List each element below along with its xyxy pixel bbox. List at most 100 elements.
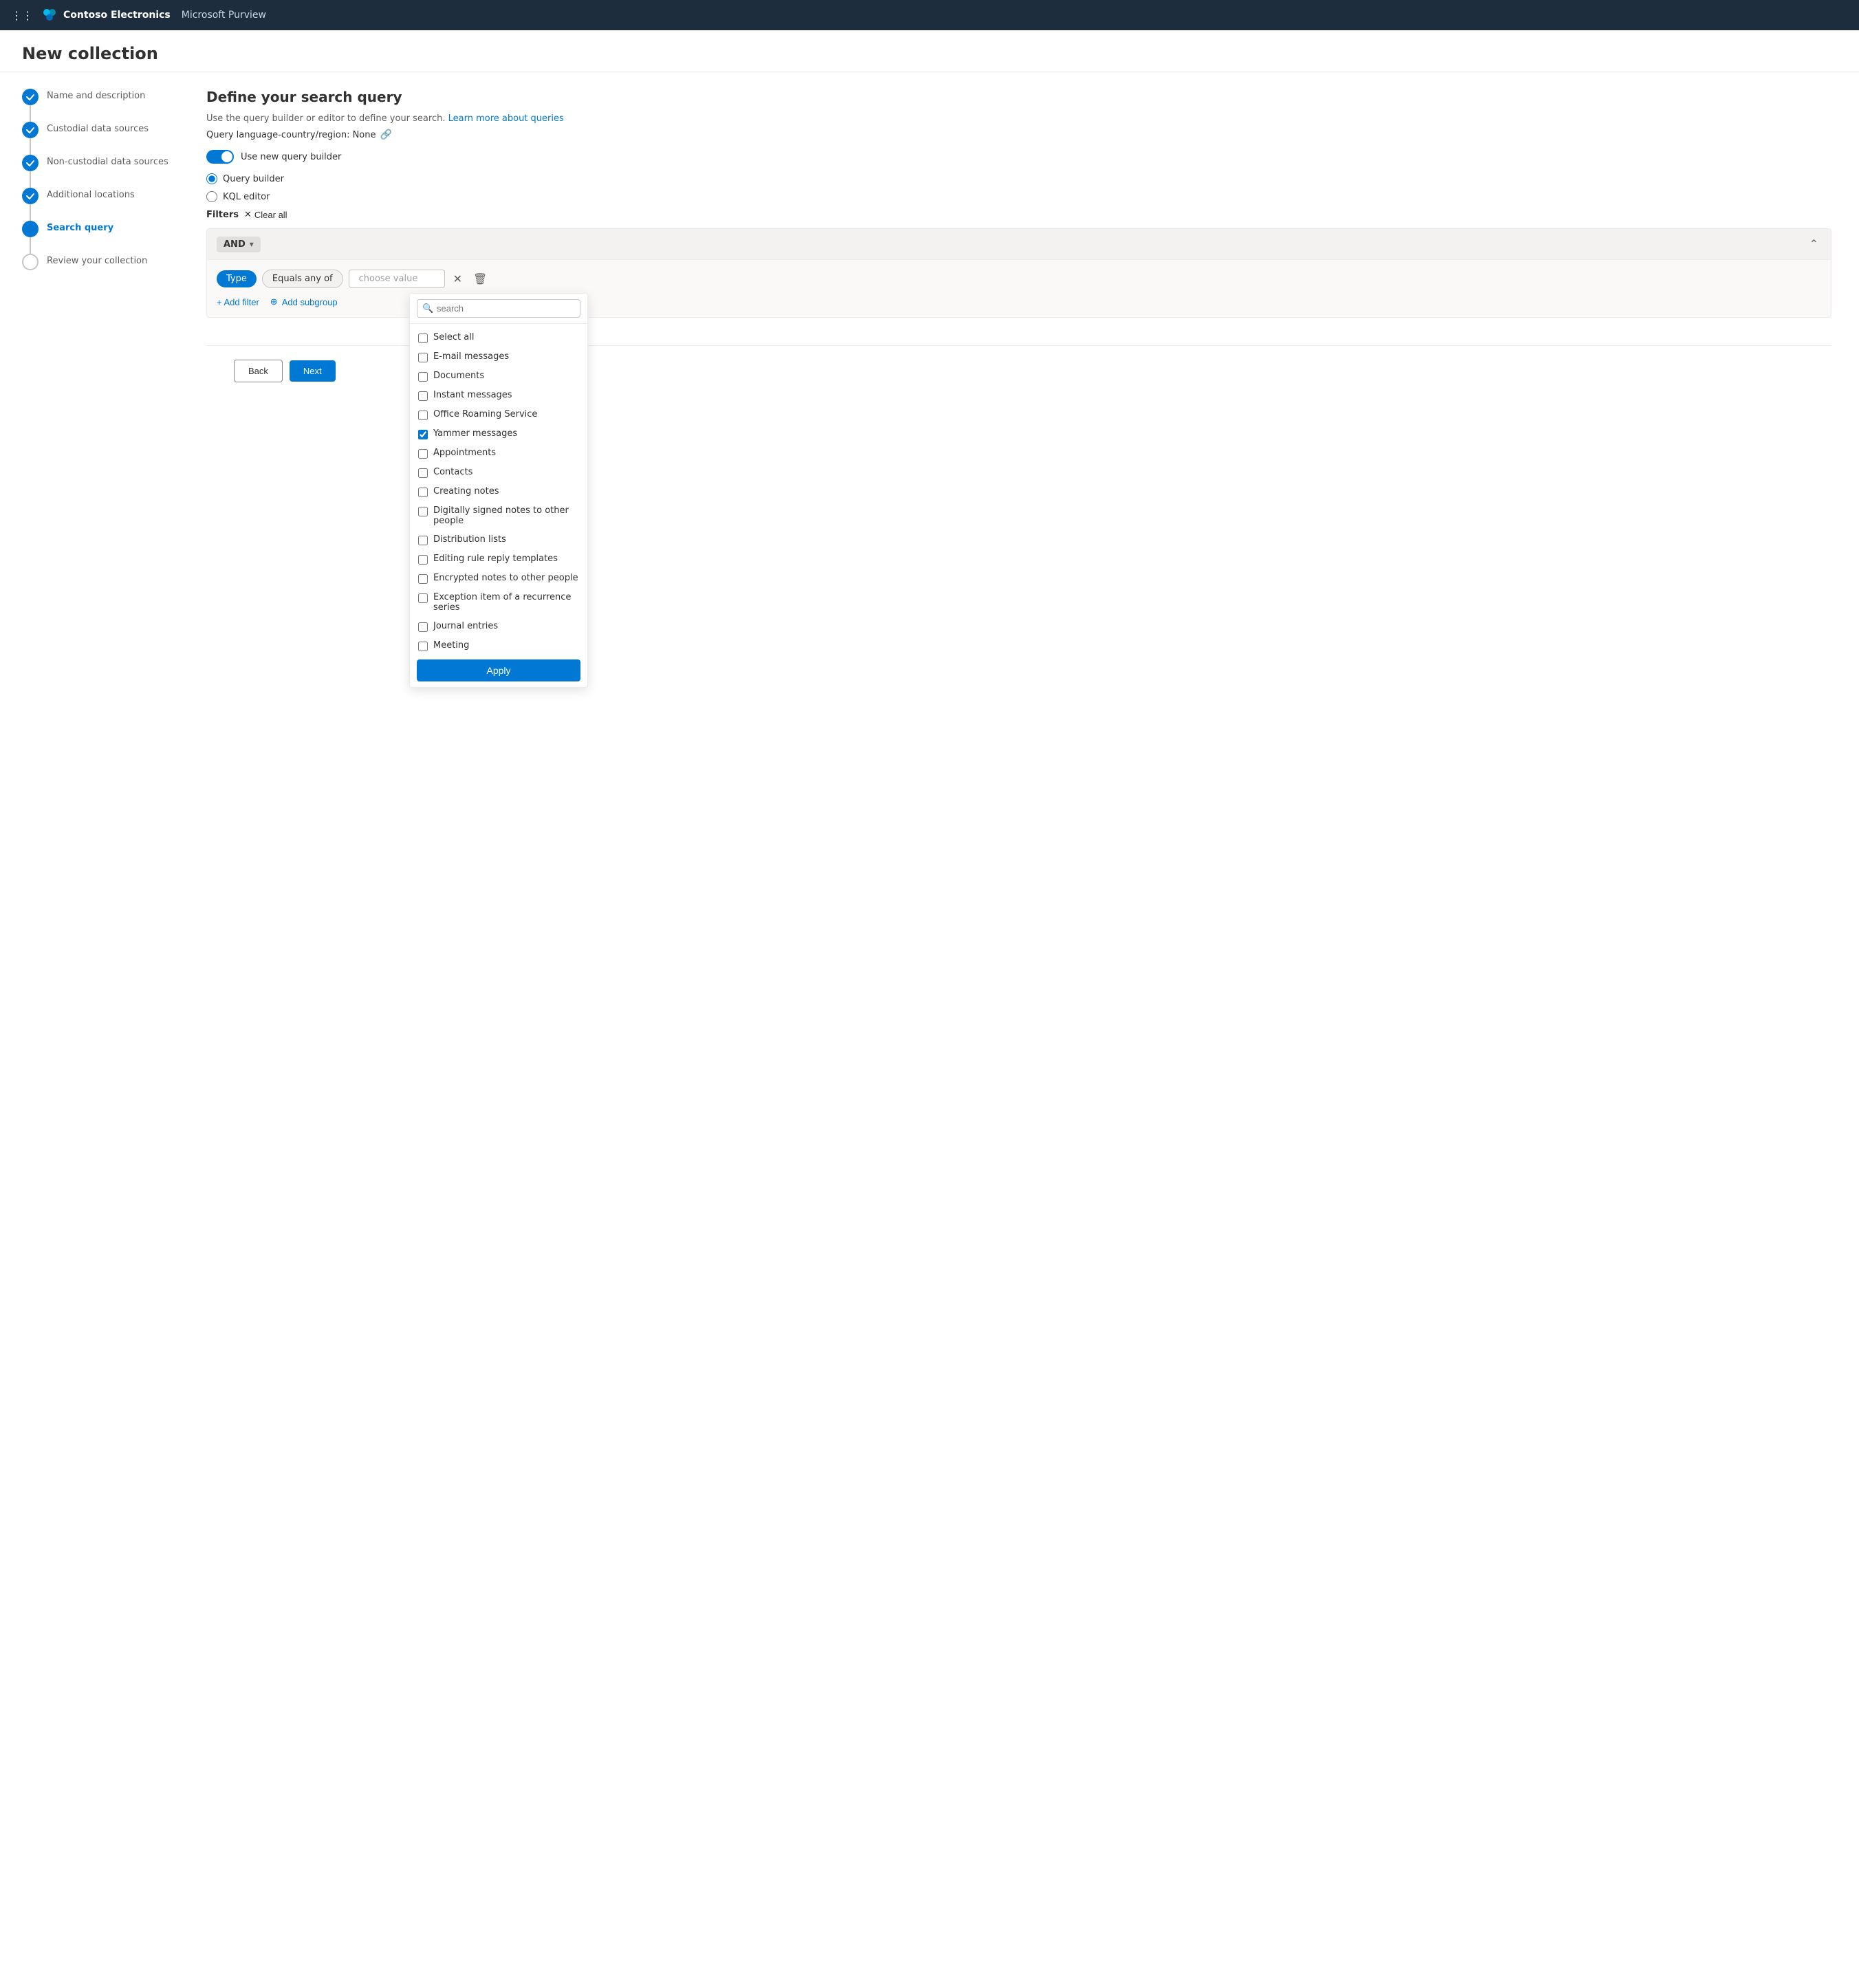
add-subgroup-icon: ⊕: [270, 296, 278, 307]
add-subgroup-button[interactable]: ⊕ Add subgroup: [270, 296, 338, 307]
next-button[interactable]: Next: [290, 360, 336, 382]
step-review[interactable]: Review your collection: [22, 254, 179, 270]
learn-more-link[interactable]: Learn more about queries: [448, 113, 564, 124]
clear-filter-button[interactable]: ✕: [450, 271, 465, 287]
dropdown-item[interactable]: Editing rule reply templates: [410, 549, 587, 569]
dropdown-item[interactable]: Meeting: [410, 636, 587, 654]
app-logo: Contoso Electronics: [41, 7, 171, 23]
dropdown-checkbox-7[interactable]: [418, 468, 428, 478]
main-content: Define your search query Use the query b…: [179, 72, 1859, 1988]
step-circle-5: [22, 254, 39, 270]
dropdown-item[interactable]: Digitally signed notes to other people: [410, 501, 587, 530]
dropdown-item[interactable]: Select all: [410, 328, 587, 347]
apply-button[interactable]: Apply: [417, 659, 580, 681]
dropdown-item[interactable]: Appointments: [410, 444, 587, 463]
dropdown-search-input[interactable]: [417, 299, 580, 318]
dropdown-item-label: Contacts: [433, 467, 472, 477]
step-custodial[interactable]: Custodial data sources: [22, 122, 179, 138]
radio-query-builder[interactable]: Query builder: [206, 173, 1831, 184]
dropdown-item-label: Exception item of a recurrence series: [433, 592, 579, 613]
dropdown-item[interactable]: Creating notes: [410, 482, 587, 501]
radio-kql-editor-label: KQL editor: [223, 192, 270, 202]
step-label-2: Non-custodial data sources: [47, 155, 168, 167]
dropdown-item[interactable]: E-mail messages: [410, 347, 587, 367]
step-additional[interactable]: Additional locations: [22, 188, 179, 204]
dropdown-panel: 🔍 Select all E-mail messages Documents Inst…: [409, 293, 588, 688]
and-badge[interactable]: AND ▾: [217, 237, 261, 252]
check-icon-1: [25, 125, 35, 135]
radio-kql-editor[interactable]: KQL editor: [206, 191, 1831, 202]
filters-bar: Filters ✕ Clear all: [206, 209, 1831, 220]
use-new-query-builder-toggle[interactable]: [206, 150, 234, 164]
dropdown-checkbox-15[interactable]: [418, 642, 428, 651]
dropdown-item-label: E-mail messages: [433, 351, 509, 362]
step-label-5: Review your collection: [47, 254, 147, 266]
radio-query-builder-input[interactable]: [206, 173, 217, 184]
dropdown-item-label: Editing rule reply templates: [433, 554, 558, 564]
dropdown-checkbox-4[interactable]: [418, 411, 428, 420]
dropdown-checkbox-10[interactable]: [418, 536, 428, 545]
dropdown-checkbox-13[interactable]: [418, 593, 428, 603]
dropdown-item-label: Digitally signed notes to other people: [433, 505, 579, 526]
step-search-query[interactable]: Search query: [22, 221, 179, 237]
value-input[interactable]: choose value: [349, 270, 445, 288]
dropdown-checkbox-14[interactable]: [418, 622, 428, 632]
step-circle-1: [22, 122, 39, 138]
step-label-3: Additional locations: [47, 188, 135, 200]
logo-svg: [41, 7, 58, 23]
dropdown-item-label: Meeting: [433, 640, 469, 651]
query-language-row: Query language-country/region: None 🔗: [206, 129, 1831, 140]
dropdown-checkbox-1[interactable]: [418, 353, 428, 362]
dropdown-checkbox-3[interactable]: [418, 391, 428, 401]
dropdown-item[interactable]: Journal entries: [410, 617, 587, 636]
dropdown-checkbox-0[interactable]: [418, 334, 428, 343]
step-circle-2: [22, 155, 39, 171]
dropdown-item[interactable]: Contacts: [410, 463, 587, 482]
dropdown-item[interactable]: Exception item of a recurrence series: [410, 588, 587, 617]
dropdown-item-label: Select all: [433, 332, 474, 342]
dropdown-item-label: Appointments: [433, 448, 496, 458]
dropdown-item[interactable]: Instant messages: [410, 386, 587, 405]
dropdown-checkbox-2[interactable]: [418, 372, 428, 382]
check-icon-0: [25, 92, 35, 102]
clear-all-button[interactable]: ✕ Clear all: [244, 209, 287, 220]
dropdown-checkbox-8[interactable]: [418, 488, 428, 497]
step-name-desc[interactable]: Name and description: [22, 89, 179, 105]
dropdown-item[interactable]: Encrypted notes to other people: [410, 569, 587, 588]
grid-icon[interactable]: ⋮⋮: [11, 9, 33, 22]
dropdown-checkbox-6[interactable]: [418, 449, 428, 459]
dropdown-item-label: Instant messages: [433, 390, 512, 400]
dropdown-item[interactable]: Office Roaming Service: [410, 405, 587, 424]
sidebar: Name and description Custodial data sour…: [0, 72, 179, 1988]
toggle-label: Use new query builder: [241, 152, 341, 162]
collapse-query-button[interactable]: ⌃: [1807, 236, 1821, 252]
step-circle-4: [22, 221, 39, 237]
filters-label: Filters: [206, 210, 239, 220]
step-label-0: Name and description: [47, 89, 145, 101]
dropdown-item-label: Documents: [433, 371, 484, 381]
delete-filter-button[interactable]: 🗑: [470, 271, 490, 287]
dropdown-checkbox-5[interactable]: [418, 430, 428, 439]
page-title: New collection: [22, 44, 1837, 63]
condition-pill[interactable]: Equals any of: [262, 270, 343, 288]
step-non-custodial[interactable]: Non-custodial data sources: [22, 155, 179, 171]
add-filter-button[interactable]: + Add filter: [217, 296, 259, 307]
dropdown-checkbox-12[interactable]: [418, 574, 428, 584]
description-text: Use the query builder or editor to defin…: [206, 113, 1831, 124]
product-name: Microsoft Purview: [182, 10, 266, 21]
dropdown-search-area: 🔍: [410, 294, 587, 324]
dropdown-item[interactable]: Documents: [410, 367, 587, 386]
radio-kql-editor-input[interactable]: [206, 191, 217, 202]
dropdown-list: Select all E-mail messages Documents Instan…: [410, 324, 587, 654]
radio-query-builder-label: Query builder: [223, 174, 284, 184]
type-filter-pill[interactable]: Type: [217, 270, 257, 287]
dropdown-item[interactable]: Yammer messages: [410, 424, 587, 444]
link-icon[interactable]: 🔗: [380, 129, 392, 140]
dropdown-item[interactable]: Distribution lists: [410, 530, 587, 549]
step-circle-3: [22, 188, 39, 204]
back-button[interactable]: Back: [234, 360, 283, 382]
qb-header: AND ▾ ⌃: [207, 229, 1831, 260]
search-icon: 🔍: [422, 303, 433, 314]
dropdown-checkbox-11[interactable]: [418, 555, 428, 565]
dropdown-checkbox-9[interactable]: [418, 507, 428, 516]
